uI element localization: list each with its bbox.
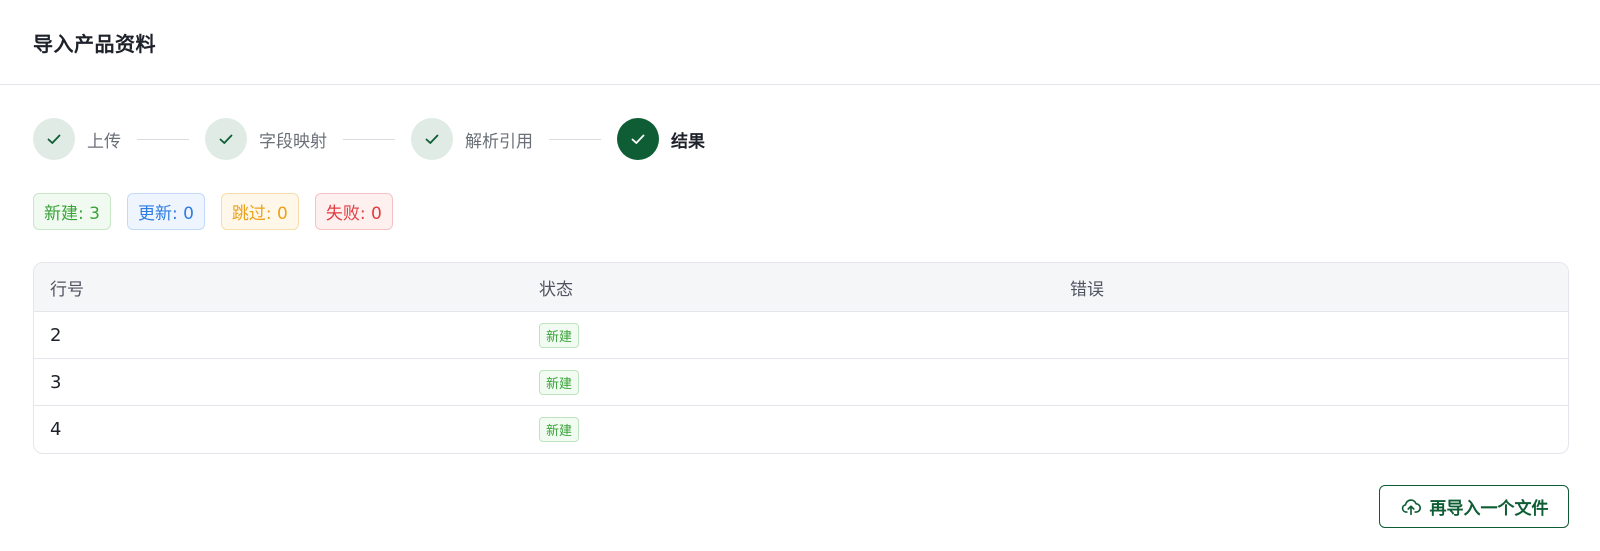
import-another-file-button[interactable]: 再导入一个文件 bbox=[1379, 485, 1569, 528]
check-icon bbox=[425, 134, 439, 144]
check-icon bbox=[47, 134, 61, 144]
status-cell: 新建 bbox=[534, 322, 1070, 348]
status-badge: 新建 bbox=[539, 417, 580, 442]
step-resolve-references: 解析引用 bbox=[411, 118, 533, 160]
status-cell: 新建 bbox=[534, 369, 1070, 395]
step-connector bbox=[549, 138, 601, 140]
step-done-indicator bbox=[205, 118, 247, 160]
stepper: 上传 字段映射 解析引用 结果 bbox=[33, 118, 705, 160]
failed-count-tag: 失败: 0 bbox=[314, 193, 393, 230]
created-count-tag: 新建: 3 bbox=[33, 193, 111, 230]
step-active-indicator bbox=[617, 118, 659, 160]
step-result: 结果 bbox=[617, 118, 705, 160]
table-row: 4 新建 bbox=[34, 406, 1568, 453]
step-label: 结果 bbox=[671, 131, 705, 152]
results-table: 行号 状态 错误 2 新建 3 新建 4 新建 bbox=[33, 262, 1569, 454]
import-another-file-label: 再导入一个文件 bbox=[1429, 499, 1549, 518]
step-label: 上传 bbox=[87, 131, 121, 152]
status-badge: 新建 bbox=[539, 369, 580, 395]
skipped-count-tag: 跳过: 0 bbox=[220, 193, 299, 230]
step-done-indicator bbox=[33, 118, 75, 160]
step-connector bbox=[137, 138, 189, 140]
column-header-status: 状态 bbox=[539, 279, 573, 300]
row-number-cell: 3 bbox=[50, 371, 62, 393]
check-icon bbox=[219, 134, 233, 144]
page-header: 导入产品资料 bbox=[0, 0, 1600, 85]
column-header-error: 错误 bbox=[1070, 279, 1104, 300]
step-done-indicator bbox=[411, 118, 453, 160]
table-header: 行号 状态 错误 bbox=[34, 263, 1568, 312]
summary-tags: 新建: 3 更新: 0 跳过: 0 失败: 0 bbox=[33, 193, 409, 230]
step-label: 解析引用 bbox=[465, 131, 533, 152]
updated-count-tag: 更新: 0 bbox=[126, 193, 205, 230]
step-connector bbox=[343, 138, 395, 140]
step-label: 字段映射 bbox=[259, 131, 327, 152]
status-cell: 新建 bbox=[534, 417, 1070, 442]
column-header-row-number: 行号 bbox=[50, 279, 84, 300]
check-icon bbox=[631, 134, 645, 144]
page-title: 导入产品资料 bbox=[33, 31, 156, 56]
status-badge: 新建 bbox=[539, 322, 580, 348]
step-field-mapping: 字段映射 bbox=[205, 118, 327, 160]
step-upload: 上传 bbox=[33, 118, 121, 160]
table-row: 2 新建 bbox=[34, 312, 1568, 359]
cloud-upload-icon bbox=[1401, 498, 1421, 515]
row-number-cell: 4 bbox=[50, 419, 62, 440]
table-row: 3 新建 bbox=[34, 359, 1568, 406]
row-number-cell: 2 bbox=[50, 324, 62, 346]
